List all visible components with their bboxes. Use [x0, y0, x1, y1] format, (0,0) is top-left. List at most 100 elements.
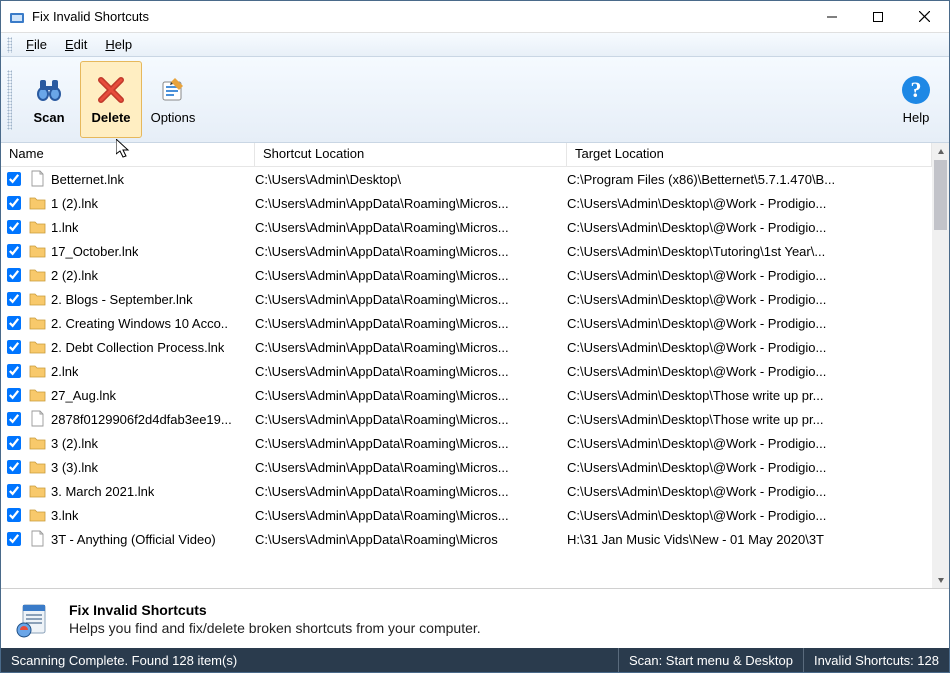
help-button[interactable]: ? Help [889, 61, 943, 138]
options-label: Options [151, 110, 196, 125]
row-checkbox[interactable] [7, 268, 21, 282]
row-checkbox[interactable] [7, 220, 21, 234]
table-row[interactable]: Betternet.lnkC:\Users\Admin\Desktop\C:\P… [1, 167, 932, 191]
folder-icon [29, 386, 47, 404]
shortcut-list: Name Shortcut Location Target Location B… [1, 143, 932, 588]
table-row[interactable]: 3 (3).lnkC:\Users\Admin\AppData\Roaming\… [1, 455, 932, 479]
scroll-thumb[interactable] [934, 160, 947, 230]
row-name: 2. Debt Collection Process.lnk [51, 340, 224, 355]
info-title: Fix Invalid Shortcuts [69, 602, 481, 618]
row-name: 3T - Anything (Official Video) [51, 532, 216, 547]
column-target[interactable]: Target Location [567, 143, 932, 166]
status-left: Scanning Complete. Found 128 item(s) [1, 648, 247, 672]
folder-icon [29, 242, 47, 260]
titlebar: Fix Invalid Shortcuts [1, 1, 949, 33]
vertical-scrollbar[interactable] [932, 143, 949, 588]
row-checkbox[interactable] [7, 292, 21, 306]
column-name[interactable]: Name [1, 143, 255, 166]
info-desc: Helps you find and fix/delete broken sho… [69, 620, 481, 636]
row-checkbox[interactable] [7, 340, 21, 354]
row-target: C:\Users\Admin\Desktop\Tutoring\1st Year… [567, 244, 926, 259]
row-name: 2 (2).lnk [51, 268, 98, 283]
row-checkbox[interactable] [7, 460, 21, 474]
row-name: 2878f0129906f2d4dfab3ee19... [51, 412, 232, 427]
row-checkbox[interactable] [7, 364, 21, 378]
row-location: C:\Users\Admin\AppData\Roaming\Micros [255, 532, 567, 547]
window-title: Fix Invalid Shortcuts [32, 9, 149, 24]
row-location: C:\Users\Admin\AppData\Roaming\Micros... [255, 340, 567, 355]
row-checkbox[interactable] [7, 244, 21, 258]
row-checkbox[interactable] [7, 316, 21, 330]
row-location: C:\Users\Admin\AppData\Roaming\Micros... [255, 244, 567, 259]
menubar-grip [7, 37, 12, 53]
delete-button[interactable]: Delete [80, 61, 142, 138]
scan-button[interactable]: Scan [18, 61, 80, 138]
scroll-track[interactable] [932, 160, 949, 571]
scan-label: Scan [33, 110, 64, 125]
close-button[interactable] [901, 2, 947, 32]
row-checkbox[interactable] [7, 532, 21, 546]
row-checkbox[interactable] [7, 172, 21, 186]
table-row[interactable]: 27_Aug.lnkC:\Users\Admin\AppData\Roaming… [1, 383, 932, 407]
row-target: C:\Program Files (x86)\Betternet\5.7.1.4… [567, 172, 926, 187]
help-label: Help [903, 110, 930, 125]
scroll-up-button[interactable] [932, 143, 949, 160]
table-row[interactable]: 1 (2).lnkC:\Users\Admin\AppData\Roaming\… [1, 191, 932, 215]
row-name: 17_October.lnk [51, 244, 138, 259]
menu-help[interactable]: Help [97, 35, 140, 54]
row-checkbox[interactable] [7, 508, 21, 522]
row-location: C:\Users\Admin\AppData\Roaming\Micros... [255, 292, 567, 307]
row-target: C:\Users\Admin\Desktop\@Work - Prodigio.… [567, 220, 926, 235]
table-row[interactable]: 3T - Anything (Official Video) C:\Users\A… [1, 527, 932, 551]
delete-x-icon [95, 74, 127, 106]
folder-icon [29, 362, 47, 380]
row-location: C:\Users\Admin\AppData\Roaming\Micros... [255, 268, 567, 283]
row-location: C:\Users\Admin\Desktop\ [255, 172, 567, 187]
maximize-button[interactable] [855, 2, 901, 32]
menu-edit[interactable]: Edit [57, 35, 95, 54]
row-checkbox[interactable] [7, 196, 21, 210]
row-name: 2. Creating Windows 10 Acco.. [51, 316, 228, 331]
table-row[interactable]: 2878f0129906f2d4dfab3ee19... C:\Users\Adm… [1, 407, 932, 431]
folder-icon [29, 290, 47, 308]
minimize-button[interactable] [809, 2, 855, 32]
toolbar-grip [7, 70, 12, 130]
table-row[interactable]: 3. March 2021.lnkC:\Users\Admin\AppData\… [1, 479, 932, 503]
row-name: 3.lnk [51, 508, 78, 523]
row-target: C:\Users\Admin\Desktop\@Work - Prodigio.… [567, 268, 926, 283]
row-checkbox[interactable] [7, 388, 21, 402]
row-location: C:\Users\Admin\AppData\Roaming\Micros... [255, 508, 567, 523]
table-row[interactable]: 2.lnkC:\Users\Admin\AppData\Roaming\Micr… [1, 359, 932, 383]
row-target: C:\Users\Admin\Desktop\Those write up pr… [567, 412, 926, 427]
row-checkbox[interactable] [7, 412, 21, 426]
row-checkbox[interactable] [7, 436, 21, 450]
column-location[interactable]: Shortcut Location [255, 143, 567, 166]
row-target: C:\Users\Admin\Desktop\@Work - Prodigio.… [567, 316, 926, 331]
table-row[interactable]: 17_October.lnk C:\Users\Admin\AppData\Roa… [1, 239, 932, 263]
table-row[interactable]: 3 (2).lnkC:\Users\Admin\AppData\Roaming\… [1, 431, 932, 455]
file-icon [29, 410, 47, 428]
menu-file[interactable]: File [18, 35, 55, 54]
folder-icon [29, 218, 47, 236]
svg-text:?: ? [911, 77, 922, 102]
table-row[interactable]: 2 (2).lnk C:\Users\Admin\AppData\Roaming\… [1, 263, 932, 287]
row-target: C:\Users\Admin\Desktop\@Work - Prodigio.… [567, 292, 926, 307]
row-location: C:\Users\Admin\AppData\Roaming\Micros... [255, 412, 567, 427]
toolbar: Scan Delete Options ? [1, 57, 949, 143]
row-target: C:\Users\Admin\Desktop\@Work - Prodigio.… [567, 508, 926, 523]
folder-icon [29, 266, 47, 284]
table-row[interactable]: 3.lnk C:\Users\Admin\AppData\Roaming\Micr… [1, 503, 932, 527]
scroll-down-button[interactable] [932, 571, 949, 588]
row-checkbox[interactable] [7, 484, 21, 498]
table-row[interactable]: 2. Debt Collection Process.lnk C:\Users\A… [1, 335, 932, 359]
table-row[interactable]: 2. Creating Windows 10 Acco.. C:\Users\Ad… [1, 311, 932, 335]
row-name: 27_Aug.lnk [51, 388, 116, 403]
table-row[interactable]: 2. Blogs - September.lnkC:\Users\Admin\A… [1, 287, 932, 311]
options-button[interactable]: Options [142, 61, 204, 138]
delete-label: Delete [91, 110, 130, 125]
info-panel: Fix Invalid Shortcuts Helps you find and… [1, 588, 949, 648]
table-row[interactable]: 1.lnkC:\Users\Admin\AppData\Roaming\Micr… [1, 215, 932, 239]
statusbar: Scanning Complete. Found 128 item(s) Sca… [1, 648, 949, 672]
row-target: C:\Users\Admin\Desktop\@Work - Prodigio.… [567, 460, 926, 475]
help-icon: ? [900, 74, 932, 106]
